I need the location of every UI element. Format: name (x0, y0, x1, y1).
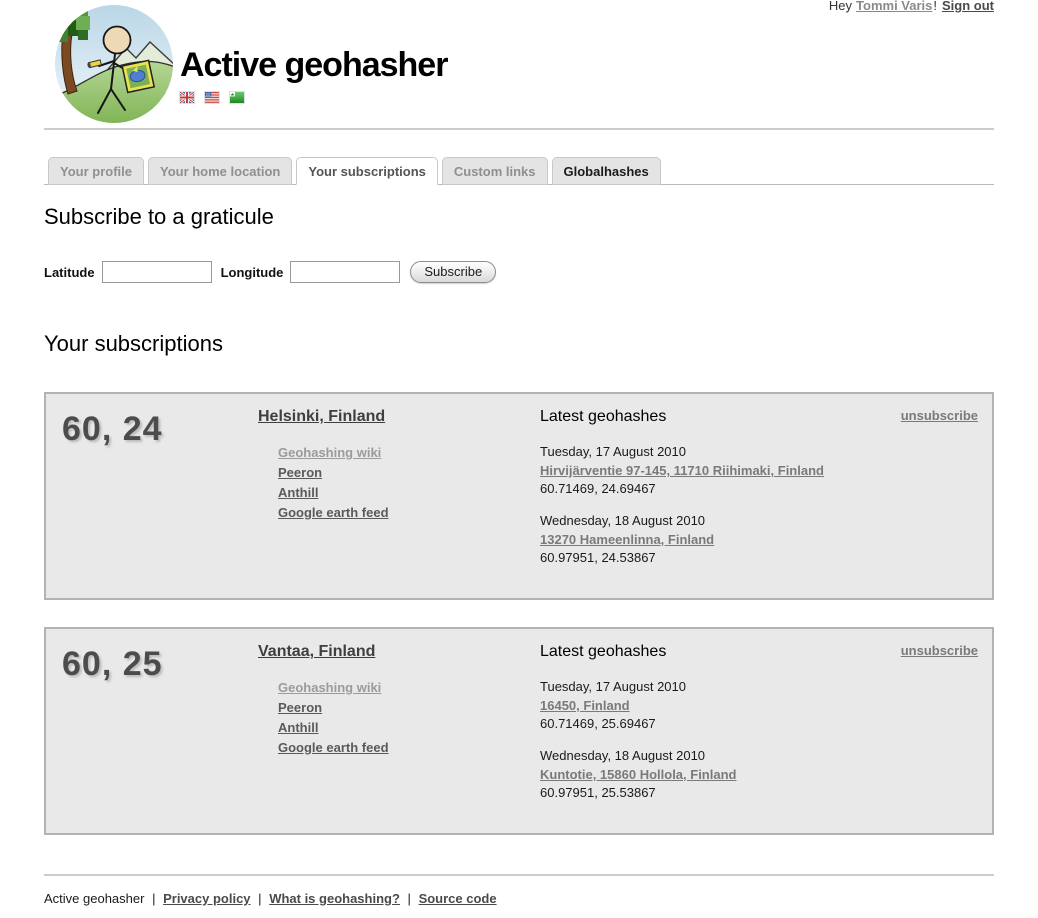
graticule-column: 60, 24 (60, 408, 258, 584)
geohash-coordinates: 60.71469, 24.69467 (540, 481, 891, 496)
latitude-input[interactable] (102, 261, 212, 283)
latest-geohashes-heading: Latest geohashes (540, 408, 891, 426)
language-flags (180, 92, 994, 103)
graticule-links: Geohashing wiki Peeron Anthill Google ea… (258, 680, 540, 755)
tab-globalhashes[interactable]: Globalhashes (552, 157, 661, 185)
longitude-input[interactable] (290, 261, 400, 283)
unsubscribe-link[interactable]: unsubscribe (901, 408, 978, 423)
graticule-coordinates: 60, 25 (62, 645, 163, 683)
footer-link-what-is-geohashing[interactable]: What is geohashing? (269, 891, 400, 906)
graticule-info-column: Helsinki, Finland Geohashing wiki Peeron… (258, 408, 540, 584)
subscribe-form: Latitude Longitude Subscribe (44, 261, 994, 283)
geohashing-wiki-link[interactable]: Geohashing wiki (278, 680, 381, 695)
geohash-coordinates: 60.71469, 25.69467 (540, 716, 891, 731)
uk-flag-icon[interactable] (180, 92, 194, 103)
site-logo[interactable] (54, 4, 174, 124)
footer-separator: | (408, 891, 411, 906)
site-title: Active geohasher (180, 46, 994, 85)
latest-geohashes-heading: Latest geohashes (540, 643, 891, 661)
logo-map (122, 60, 154, 92)
esperanto-flag-icon[interactable] (230, 92, 244, 103)
graticule-name-link[interactable]: Vantaa, Finland (258, 643, 375, 660)
geohash-date: Wednesday, 18 August 2010 (540, 513, 891, 528)
footer-site-name: Active geohasher (44, 891, 144, 906)
graticule-links: Geohashing wiki Peeron Anthill Google ea… (258, 445, 540, 520)
tab-your-home-location[interactable]: Your home location (148, 157, 292, 185)
page: HeyTommi Varis!Sign out (44, 0, 994, 918)
subscription-card: 60, 25 Vantaa, Finland Geohashing wiki P… (44, 627, 994, 835)
subscribe-heading: Subscribe to a graticule (44, 204, 994, 230)
unsubscribe-column: unsubscribe (891, 643, 978, 819)
footer-link-privacy-policy[interactable]: Privacy policy (163, 891, 250, 906)
geohash-place-link[interactable]: Hirvijärventie 97-145, 11710 Riihimaki, … (540, 463, 824, 478)
geohashing-wiki-link[interactable]: Geohashing wiki (278, 445, 381, 460)
tab-bar: Your profile Your home location Your sub… (44, 157, 994, 185)
geohash-place-link[interactable]: 13270 Hameenlinna, Finland (540, 532, 714, 547)
subscribe-button[interactable]: Subscribe (410, 261, 496, 283)
google-earth-feed-link[interactable]: Google earth feed (278, 740, 389, 755)
subscription-card: 60, 24 Helsinki, Finland Geohashing wiki… (44, 392, 994, 600)
geohash-coordinates: 60.97951, 24.53867 (540, 550, 891, 565)
geohash-place-link[interactable]: Kuntotie, 15860 Hollola, Finland (540, 767, 736, 782)
anthill-link[interactable]: Anthill (278, 485, 318, 500)
footer-link-source-code[interactable]: Source code (419, 891, 497, 906)
latest-geohashes-column: Latest geohashes Tuesday, 17 August 2010… (540, 643, 891, 819)
geohash-entry: Wednesday, 18 August 2010 13270 Hameenli… (540, 513, 891, 565)
graticule-coordinates: 60, 24 (62, 410, 163, 448)
peeron-link[interactable]: Peeron (278, 465, 322, 480)
anthill-link[interactable]: Anthill (278, 720, 318, 735)
graticule-info-column: Vantaa, Finland Geohashing wiki Peeron A… (258, 643, 540, 819)
title-block: Active geohasher (180, 0, 994, 103)
geohash-date: Tuesday, 17 August 2010 (540, 679, 891, 694)
latitude-label: Latitude (44, 265, 95, 280)
tab-your-subscriptions[interactable]: Your subscriptions (296, 157, 438, 185)
unsubscribe-link[interactable]: unsubscribe (901, 643, 978, 658)
peeron-link[interactable]: Peeron (278, 700, 322, 715)
tab-your-profile[interactable]: Your profile (48, 157, 144, 185)
footer-separator: | (152, 891, 155, 906)
longitude-label: Longitude (221, 265, 284, 280)
geohash-date: Tuesday, 17 August 2010 (540, 444, 891, 459)
us-flag-icon[interactable] (205, 92, 219, 103)
footer-separator: | (258, 891, 261, 906)
geohash-place-link[interactable]: 16450, Finland (540, 698, 630, 713)
unsubscribe-column: unsubscribe (891, 408, 978, 584)
geohash-coordinates: 60.97951, 25.53867 (540, 785, 891, 800)
latest-geohashes-column: Latest geohashes Tuesday, 17 August 2010… (540, 408, 891, 584)
subscriptions-heading: Your subscriptions (44, 331, 994, 357)
geohash-entry: Tuesday, 17 August 2010 Hirvijärventie 9… (540, 444, 891, 496)
graticule-name-link[interactable]: Helsinki, Finland (258, 408, 385, 425)
tab-custom-links[interactable]: Custom links (442, 157, 548, 185)
graticule-column: 60, 25 (60, 643, 258, 819)
header: Active geohasher (44, 0, 994, 130)
geohash-entry: Wednesday, 18 August 2010 Kuntotie, 1586… (540, 748, 891, 800)
geohash-date: Wednesday, 18 August 2010 (540, 748, 891, 763)
footer: Active geohasher | Privacy policy | What… (44, 876, 994, 918)
google-earth-feed-link[interactable]: Google earth feed (278, 505, 389, 520)
geohash-entry: Tuesday, 17 August 2010 16450, Finland 6… (540, 679, 891, 731)
